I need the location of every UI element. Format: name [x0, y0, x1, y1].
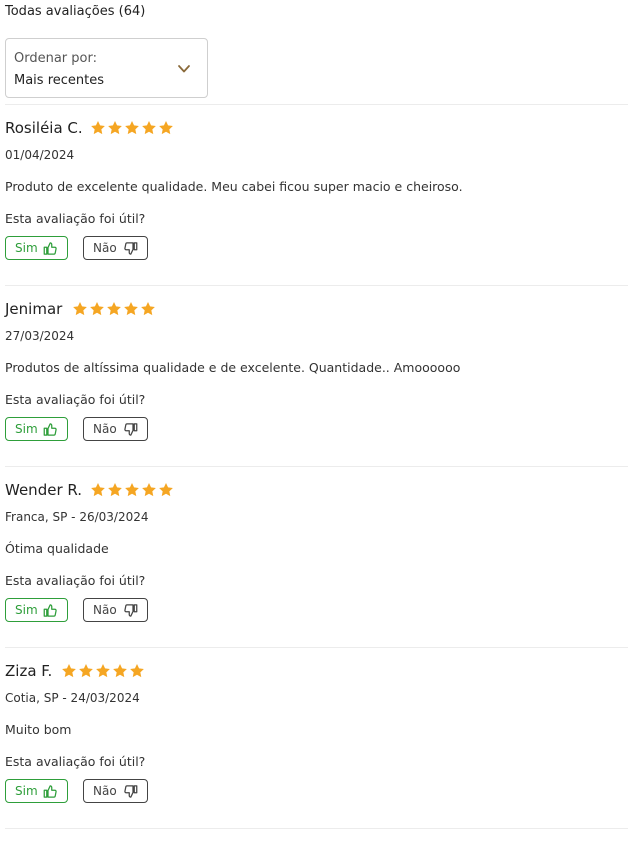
divider	[5, 647, 628, 648]
star-icon	[91, 483, 105, 497]
divider	[5, 828, 628, 829]
helpful-yes-button[interactable]: Sim	[5, 598, 68, 622]
reviewer-name: Jenimar	[5, 300, 63, 318]
star-icon	[90, 302, 104, 316]
helpful-no-label: Não	[93, 784, 117, 798]
star-icon	[141, 302, 155, 316]
helpful-no-button[interactable]: Não	[83, 236, 148, 260]
star-icon	[96, 664, 110, 678]
rating-stars	[72, 301, 156, 317]
sort-label: Ordenar por:	[14, 51, 97, 66]
reviews-count: Todas avaliações (64)	[5, 4, 146, 19]
review-text: Produtos de altíssima qualidade e de exc…	[5, 360, 461, 375]
thumbs-down-icon	[124, 784, 138, 798]
reviewer-name: Wender R.	[5, 481, 83, 499]
review-meta: Cotia, SP - 24/03/2024	[5, 691, 140, 705]
chevron-down-icon	[178, 65, 190, 73]
star-icon	[125, 121, 139, 135]
star-icon	[159, 121, 173, 135]
star-icon	[108, 483, 122, 497]
reviewer-name: Rosiléia C.	[5, 119, 83, 137]
helpful-yes-button[interactable]: Sim	[5, 417, 68, 441]
thumbs-down-icon	[124, 603, 138, 617]
star-icon	[124, 302, 138, 316]
helpful-no-button[interactable]: Não	[83, 779, 148, 803]
star-icon	[108, 121, 122, 135]
review-card: Wender R. Franca, SP - 26/03/2024 Ótima …	[5, 481, 628, 662]
review-meta: 27/03/2024	[5, 329, 75, 343]
star-icon	[113, 664, 127, 678]
thumbs-up-icon	[43, 241, 57, 255]
helpful-yes-label: Sim	[15, 784, 38, 798]
helpful-yes-label: Sim	[15, 241, 38, 255]
thumbs-down-icon	[124, 241, 138, 255]
reviews-page: Todas avaliações (64) Ordenar por: Mais …	[0, 0, 640, 844]
sort-value: Mais recentes	[14, 73, 105, 88]
helpful-no-label: Não	[93, 603, 117, 617]
star-icon	[91, 121, 105, 135]
helpful-no-button[interactable]: Não	[83, 598, 148, 622]
review-text: Muito bom	[5, 722, 72, 737]
thumbs-down-icon	[124, 422, 138, 436]
sort-dropdown[interactable]: Ordenar por: Mais recentes	[5, 38, 208, 98]
helpful-yes-label: Sim	[15, 422, 38, 436]
star-icon	[142, 121, 156, 135]
helpful-no-button[interactable]: Não	[83, 417, 148, 441]
star-icon	[79, 664, 93, 678]
star-icon	[130, 664, 144, 678]
review-card: Ziza F. Cotia, SP - 24/03/2024 Muito bom…	[5, 662, 628, 843]
star-icon	[62, 664, 76, 678]
divider	[5, 104, 628, 105]
rating-stars	[61, 663, 145, 679]
helpful-yes-label: Sim	[15, 603, 38, 617]
rating-stars	[90, 482, 174, 498]
divider	[5, 285, 628, 286]
review-card: Jenimar 27/03/2024 Produtos de altíssima…	[5, 300, 628, 481]
star-icon	[107, 302, 121, 316]
helpful-no-label: Não	[93, 422, 117, 436]
helpful-yes-button[interactable]: Sim	[5, 779, 68, 803]
review-card: Rosiléia C. 01/04/2024 Produto de excele…	[5, 119, 628, 300]
divider	[5, 466, 628, 467]
thumbs-up-icon	[43, 603, 57, 617]
review-text: Ótima qualidade	[5, 541, 109, 556]
reviewer-name: Ziza F.	[5, 662, 53, 680]
review-meta: 01/04/2024	[5, 148, 75, 162]
helpful-question: Esta avaliação foi útil?	[5, 754, 146, 769]
helpful-question: Esta avaliação foi útil?	[5, 392, 146, 407]
review-meta: Franca, SP - 26/03/2024	[5, 510, 149, 524]
helpful-question: Esta avaliação foi útil?	[5, 211, 146, 226]
star-icon	[142, 483, 156, 497]
helpful-question: Esta avaliação foi útil?	[5, 573, 146, 588]
star-icon	[159, 483, 173, 497]
helpful-yes-button[interactable]: Sim	[5, 236, 68, 260]
thumbs-up-icon	[43, 784, 57, 798]
star-icon	[73, 302, 87, 316]
star-icon	[125, 483, 139, 497]
thumbs-up-icon	[43, 422, 57, 436]
helpful-no-label: Não	[93, 241, 117, 255]
review-text: Produto de excelente qualidade. Meu cabe…	[5, 179, 463, 194]
rating-stars	[90, 120, 174, 136]
